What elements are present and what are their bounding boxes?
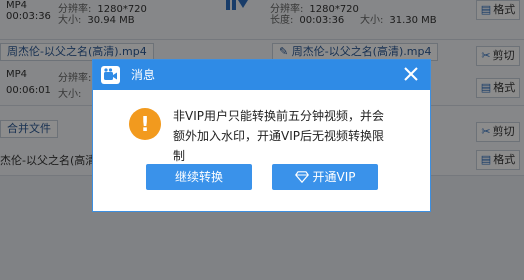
dialog-title: 消息 <box>131 68 156 82</box>
close-icon[interactable] <box>404 67 418 81</box>
diamond-icon <box>294 171 309 184</box>
dialog-titlebar: 消息 <box>93 60 430 90</box>
video-camera-logo-icon <box>101 66 120 84</box>
continue-convert-label: 继续转换 <box>174 170 223 184</box>
dialog-message: 非VIP用户只能转换前五分钟视频，并会额外加入水印，开通VIP后无视频转换限制 <box>173 109 384 163</box>
continue-convert-button[interactable]: 继续转换 <box>146 164 252 190</box>
open-vip-button[interactable]: 开通VIP <box>272 164 378 190</box>
warning-icon: ! <box>129 108 161 140</box>
open-vip-label: 开通VIP <box>312 170 356 184</box>
message-dialog: 消息 ! 非VIP用户只能转换前五分钟视频，并会额外加入水印，开通VIP后无视频… <box>92 59 431 212</box>
